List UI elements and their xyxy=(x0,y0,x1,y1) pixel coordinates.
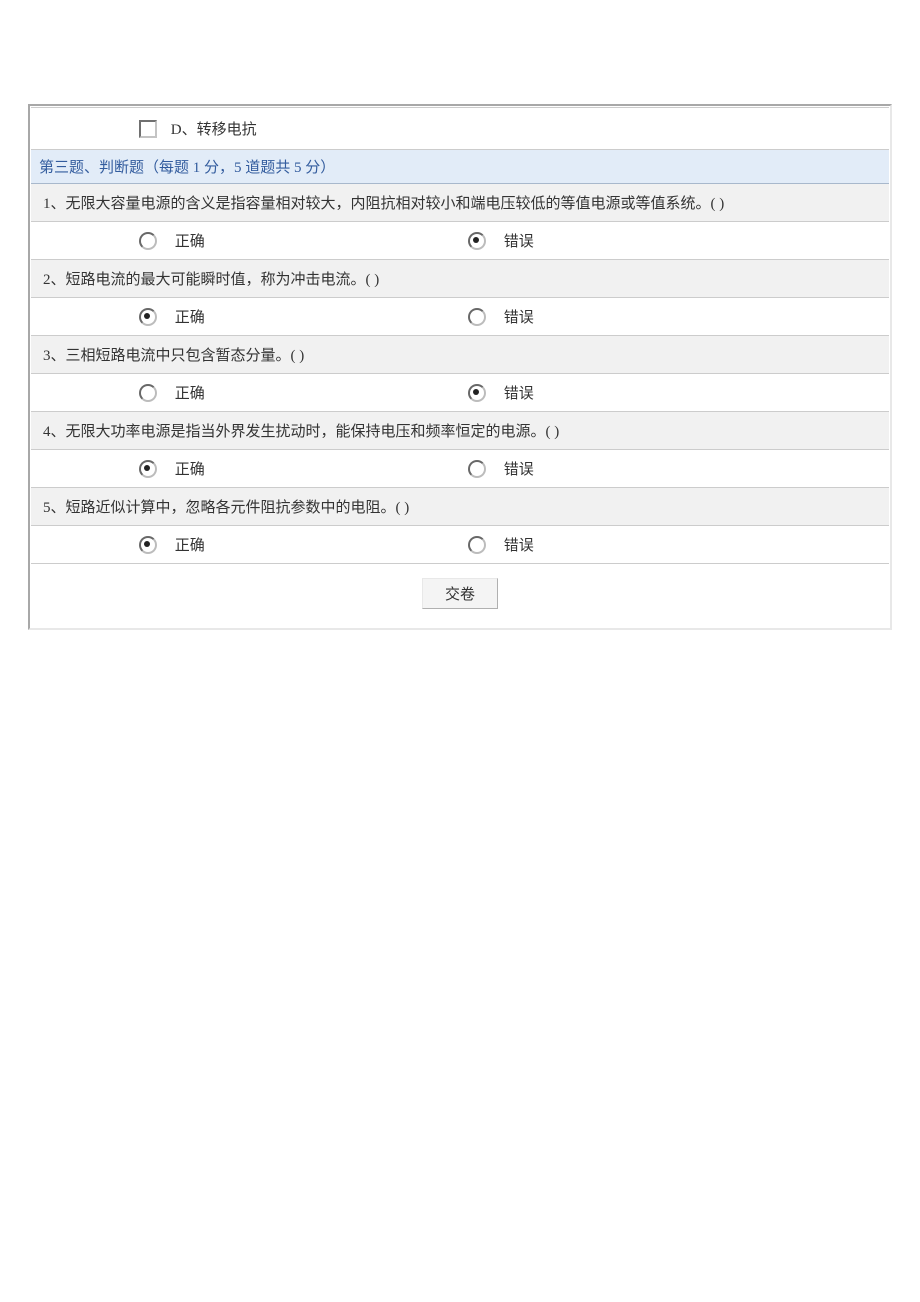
tf-row-4: 正确 错误 xyxy=(31,450,889,488)
question-2-text: 短路电流的最大可能瞬时值，称为冲击电流。( ) xyxy=(66,272,380,288)
question-5-text: 短路近似计算中，忽略各元件阻抗参数中的电阻。( ) xyxy=(66,500,410,516)
question-row-2: 2、短路电流的最大可能瞬时值，称为冲击电流。( ) xyxy=(31,260,889,298)
label-q2-true: 正确 xyxy=(175,310,205,326)
section-header-judgment: 第三题、判断题（每题 1 分，5 道题共 5 分） xyxy=(31,150,889,184)
question-2-number: 2、 xyxy=(43,272,66,288)
option-row-d: D、转移电抗 xyxy=(31,108,889,150)
label-q3-true: 正确 xyxy=(175,386,205,402)
tf-row-5: 正确 错误 xyxy=(31,526,889,564)
label-q5-false: 错误 xyxy=(504,538,534,554)
label-q3-false: 错误 xyxy=(504,386,534,402)
question-3-number: 3、 xyxy=(43,348,66,364)
radio-q3-true[interactable] xyxy=(139,384,157,402)
exam-table: D、转移电抗 第三题、判断题（每题 1 分，5 道题共 5 分） 1、无限大容量… xyxy=(31,107,889,627)
question-1-text: 无限大容量电源的含义是指容量相对较大，内阻抗相对较小和端电压较低的等值电源或等值… xyxy=(66,196,725,212)
radio-q5-true[interactable] xyxy=(139,536,157,554)
radio-q2-true[interactable] xyxy=(139,308,157,326)
radio-q1-true[interactable] xyxy=(139,232,157,250)
tf-row-2: 正确 错误 xyxy=(31,298,889,336)
radio-q1-false[interactable] xyxy=(468,232,486,250)
tf-row-1: 正确 错误 xyxy=(31,222,889,260)
question-1-number: 1、 xyxy=(43,196,66,212)
question-3-text: 三相短路电流中只包含暂态分量。( ) xyxy=(66,348,305,364)
question-row-1: 1、无限大容量电源的含义是指容量相对较大，内阻抗相对较小和端电压较低的等值电源或… xyxy=(31,184,889,222)
label-q2-false: 错误 xyxy=(504,310,534,326)
radio-q3-false[interactable] xyxy=(468,384,486,402)
label-q4-true: 正确 xyxy=(175,462,205,478)
tf-row-3: 正确 错误 xyxy=(31,374,889,412)
label-q1-false: 错误 xyxy=(504,234,534,250)
radio-q4-false[interactable] xyxy=(468,460,486,478)
submit-row: 交卷 xyxy=(31,564,889,628)
label-q4-false: 错误 xyxy=(504,462,534,478)
question-row-3: 3、三相短路电流中只包含暂态分量。( ) xyxy=(31,336,889,374)
label-q5-true: 正确 xyxy=(175,538,205,554)
label-q1-true: 正确 xyxy=(175,234,205,250)
checkbox-option-d[interactable] xyxy=(139,120,157,138)
radio-q4-true[interactable] xyxy=(139,460,157,478)
question-4-number: 4、 xyxy=(43,424,66,440)
question-row-4: 4、无限大功率电源是指当外界发生扰动时，能保持电压和频率恒定的电源。( ) xyxy=(31,412,889,450)
question-row-5: 5、短路近似计算中，忽略各元件阻抗参数中的电阻。( ) xyxy=(31,488,889,526)
radio-q5-false[interactable] xyxy=(468,536,486,554)
radio-q2-false[interactable] xyxy=(468,308,486,326)
submit-button[interactable]: 交卷 xyxy=(422,578,498,609)
question-5-number: 5、 xyxy=(43,500,66,516)
option-d-label: D、转移电抗 xyxy=(171,122,257,138)
section-header-text: 第三题、判断题（每题 1 分，5 道题共 5 分） xyxy=(31,150,889,184)
question-4-text: 无限大功率电源是指当外界发生扰动时，能保持电压和频率恒定的电源。( ) xyxy=(66,424,560,440)
